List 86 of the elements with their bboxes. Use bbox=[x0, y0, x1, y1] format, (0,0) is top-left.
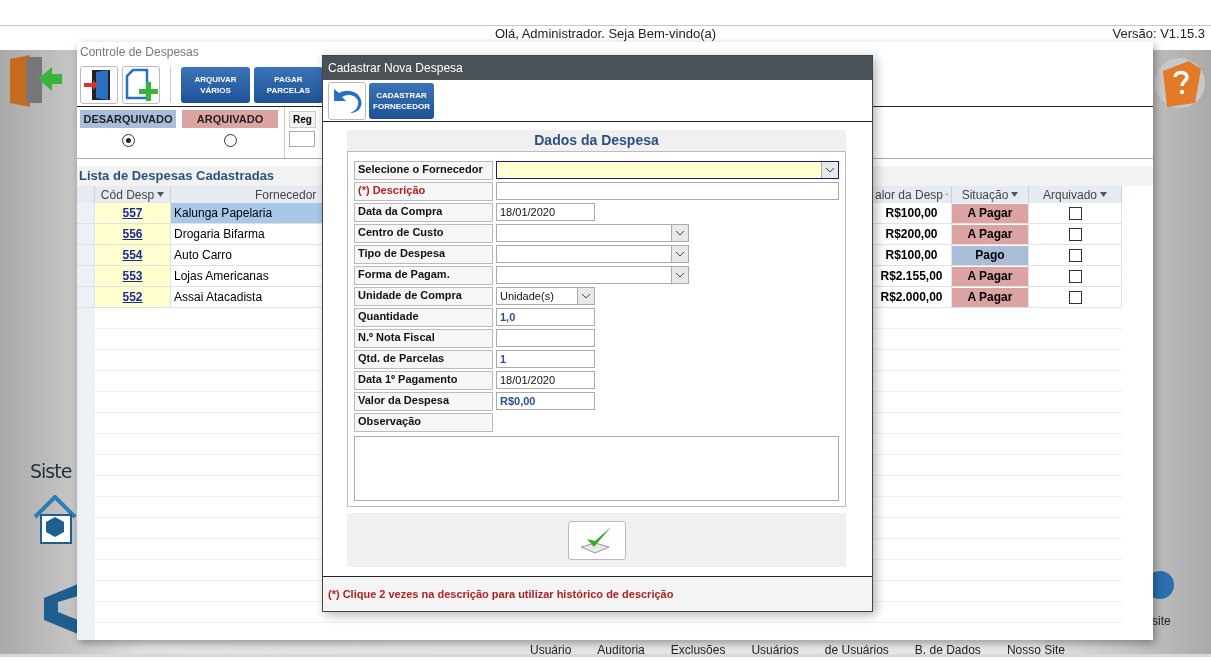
field-label: Valor da Despesa bbox=[354, 392, 493, 411]
table-cell: R$100,00 bbox=[872, 203, 952, 224]
welcome-text: Olá, Administrador. Seja Bem-vindo(a) bbox=[494, 27, 717, 41]
code-link[interactable]: 553 bbox=[122, 269, 143, 283]
menu-label[interactable]: Auditoria bbox=[597, 643, 645, 657]
chevron-down-icon bbox=[581, 293, 591, 299]
checkbox[interactable] bbox=[1068, 206, 1082, 220]
table-cell: R$100,00 bbox=[872, 245, 952, 266]
menu-label[interactable]: B. de Dados bbox=[914, 643, 981, 657]
menu-label[interactable]: Exclusões bbox=[670, 643, 726, 657]
radio-button[interactable] bbox=[223, 134, 237, 147]
column-header[interactable]: Cód Desp bbox=[95, 186, 171, 203]
code-link[interactable]: 556 bbox=[122, 227, 143, 241]
dropdown-field[interactable] bbox=[496, 266, 689, 284]
field-label: Unidade de Compra bbox=[354, 287, 493, 306]
toolbar-button[interactable]: ARQUIVAR VÁRIOS bbox=[181, 67, 250, 103]
status-label: A Pagar bbox=[952, 203, 1028, 223]
register-label: Reg bbox=[289, 111, 316, 128]
menu-label[interactable]: de Usuários bbox=[824, 643, 889, 657]
dropdown-field[interactable] bbox=[496, 224, 689, 242]
status-label: Pago bbox=[952, 245, 1028, 265]
input-field[interactable]: 1,0 bbox=[496, 308, 595, 326]
code-link[interactable]: 552 bbox=[122, 290, 143, 304]
input-field[interactable]: 18/01/2020 bbox=[496, 203, 595, 221]
code-link[interactable]: 557 bbox=[122, 206, 143, 220]
back-button[interactable] bbox=[328, 81, 366, 120]
checkbox[interactable] bbox=[1068, 227, 1082, 241]
column-header[interactable]: alor da Desp bbox=[872, 186, 952, 203]
window-title: Controle de Despesas bbox=[79, 44, 200, 61]
dialog-title: Cadastrar Nova Despesa bbox=[323, 56, 872, 80]
chevron-down-icon bbox=[675, 230, 685, 236]
toolbar-button[interactable]: PAGAR PARCELAS bbox=[254, 67, 323, 103]
observation-field[interactable] bbox=[354, 436, 839, 501]
field-label: Forma de Pagam. bbox=[354, 266, 493, 285]
chevron-down-icon bbox=[675, 272, 685, 278]
system-label: Siste bbox=[30, 460, 72, 482]
table-cell: R$2.155,00 bbox=[872, 266, 952, 287]
checkbox[interactable] bbox=[1068, 248, 1082, 262]
dropdown-field[interactable] bbox=[495, 161, 839, 179]
input-field[interactable] bbox=[495, 182, 839, 200]
filter-label: DESARQUIVADO bbox=[80, 110, 176, 128]
site-label: site bbox=[1152, 614, 1171, 628]
input-field[interactable] bbox=[289, 131, 315, 147]
field-label: Observação bbox=[354, 413, 493, 432]
chevron-down-icon bbox=[825, 167, 835, 173]
field-label: N.º Nota Fiscal bbox=[354, 329, 493, 348]
field-label: Centro de Custo bbox=[354, 224, 493, 243]
dropdown-field[interactable]: Unidade(s) bbox=[496, 287, 595, 305]
table-cell: R$200,00 bbox=[872, 224, 952, 245]
field-label: Data 1º Pagamento bbox=[354, 371, 493, 390]
header-corner bbox=[77, 186, 95, 203]
checkbox[interactable] bbox=[1068, 290, 1082, 304]
column-header[interactable]: Situação bbox=[952, 186, 1029, 203]
menu-label[interactable]: Nosso Site bbox=[1006, 643, 1065, 657]
status-label: A Pagar bbox=[952, 266, 1028, 286]
exit-button[interactable] bbox=[80, 66, 118, 104]
field-label: Qtd. de Parcelas bbox=[354, 350, 493, 369]
column-header[interactable]: Arquivado bbox=[1029, 186, 1122, 203]
register-supplier-button[interactable]: CADASTRAR FORNECEDOR bbox=[369, 82, 434, 119]
hint-text: (*) Clique 2 vezes na descrição para utilizar histórico de descrição bbox=[328, 588, 674, 600]
new-document-button[interactable] bbox=[122, 66, 160, 104]
field-label: Data da Compra bbox=[354, 203, 493, 222]
input-field[interactable]: 1 bbox=[496, 350, 595, 368]
new-document-icon bbox=[124, 68, 158, 102]
section-title: Dados da Despesa bbox=[347, 130, 846, 151]
code-link[interactable]: 554 bbox=[122, 248, 143, 262]
version-text: Versão: V1.15.3 bbox=[1112, 26, 1205, 41]
menu-label[interactable]: Usuários bbox=[751, 643, 799, 657]
table-cell: R$2.000,00 bbox=[872, 287, 952, 308]
dropdown-field[interactable] bbox=[496, 245, 689, 263]
field-label: Selecione o Fornecedor bbox=[354, 161, 493, 180]
input-field[interactable]: R$0,00 bbox=[496, 392, 595, 410]
help-book-icon bbox=[1155, 57, 1205, 109]
input-field[interactable] bbox=[496, 329, 595, 347]
confirm-button[interactable] bbox=[567, 520, 626, 560]
field-label: Quantidade bbox=[354, 308, 493, 327]
input-field[interactable]: 18/01/2020 bbox=[496, 371, 595, 389]
chevron-down-icon bbox=[675, 251, 685, 257]
status-label: A Pagar bbox=[952, 224, 1028, 244]
radio-button[interactable] bbox=[121, 134, 135, 147]
menu-label[interactable]: Usuário bbox=[530, 643, 572, 657]
field-label: (*) Descrição bbox=[354, 182, 493, 201]
field-label: Tipo de Despesa bbox=[354, 245, 493, 264]
status-label: A Pagar bbox=[952, 287, 1028, 307]
checkbox[interactable] bbox=[1068, 269, 1082, 283]
filter-label: ARQUIVADO bbox=[182, 110, 278, 128]
